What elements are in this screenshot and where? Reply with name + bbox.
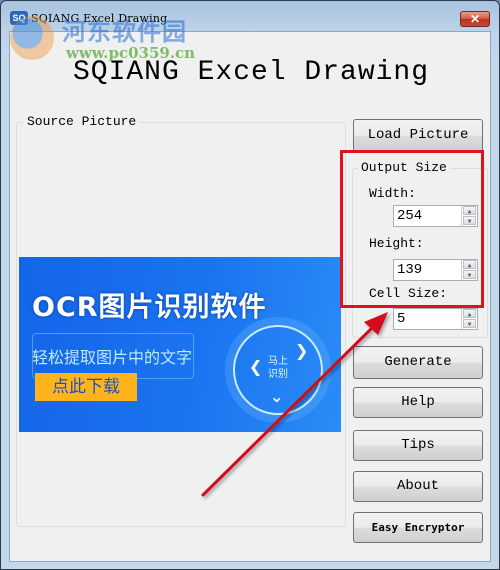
- load-picture-button[interactable]: Load Picture: [353, 119, 483, 152]
- circle-text-line1: 马上: [268, 356, 288, 367]
- image-circle-text: 马上 识别: [235, 355, 321, 381]
- cell-size-increment-icon[interactable]: ▲: [463, 309, 476, 318]
- watermark-logo-icon: [10, 16, 54, 60]
- source-picture-label: Source Picture: [24, 114, 140, 129]
- image-download-badge: 点此下载: [35, 373, 137, 401]
- cell-size-value[interactable]: 5: [397, 311, 405, 327]
- image-subtitle-text: 轻松提取图片中的文字: [32, 348, 193, 367]
- annotation-highlight-box: [340, 150, 484, 308]
- close-button[interactable]: ✕: [460, 11, 490, 27]
- about-button[interactable]: About: [353, 471, 483, 502]
- tips-button[interactable]: Tips: [353, 430, 483, 461]
- generate-button[interactable]: Generate: [353, 346, 483, 379]
- cell-size-decrement-icon[interactable]: ▼: [463, 319, 476, 328]
- source-picture-image: OCR图片识别软件 轻松提取图片中的文字 点此下载 ❮ ❯ ⌄ 马上 识别: [19, 257, 341, 432]
- watermark-url: www.pc0359.cn: [66, 44, 196, 62]
- cell-size-spinbox[interactable]: 5 ▲ ▼: [393, 308, 478, 330]
- circle-text-line2: 识别: [268, 369, 288, 380]
- image-circle-badge: ❮ ❯ ⌄ 马上 识别: [233, 325, 323, 415]
- cell-size-spin-buttons: ▲ ▼: [461, 309, 477, 329]
- easy-encryptor-button[interactable]: Easy Encryptor: [353, 512, 483, 543]
- image-title-text: OCR图片识别软件: [32, 292, 267, 323]
- chevron-down-icon: ⌄: [270, 387, 284, 406]
- app-window: SQ SQIANG Excel Drawing ✕ SQIANG Excel D…: [0, 0, 500, 570]
- watermark-site-name: 河东软件园: [62, 18, 187, 46]
- help-button[interactable]: Help: [353, 387, 483, 418]
